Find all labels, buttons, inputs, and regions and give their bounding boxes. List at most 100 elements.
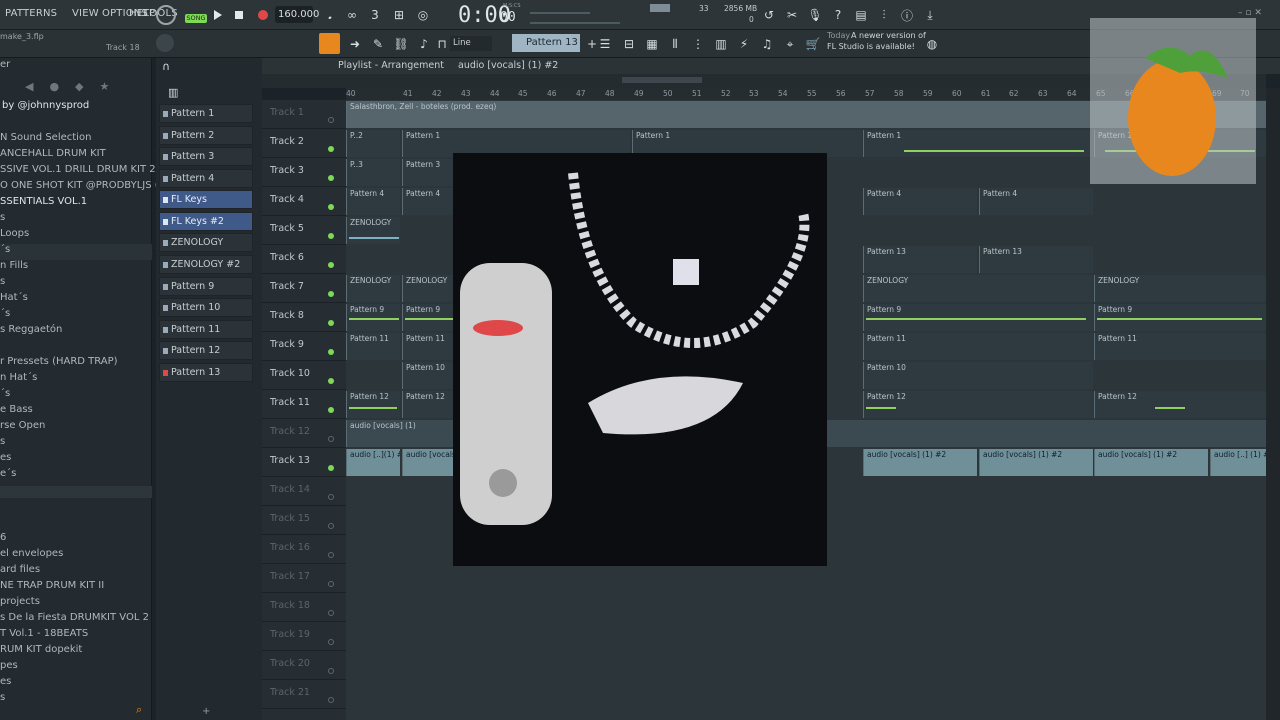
audio-clip[interactable]: audio [vocals] (1) #2 (863, 449, 977, 476)
audio-clip[interactable]: audio [..](1) #2 (346, 449, 400, 476)
info-icon[interactable]: ⓘ (898, 6, 916, 24)
help-icon[interactable]: ? (829, 6, 847, 24)
track-mute-led[interactable] (328, 349, 334, 355)
browser-item[interactable]: ANCEHALL DRUM KIT (0, 148, 106, 159)
pattern-item[interactable]: FL Keys #2 (159, 212, 253, 231)
track-mute-led[interactable] (328, 581, 334, 587)
browser-item[interactable]: s Reggaetón (0, 324, 62, 335)
pattern-clip[interactable]: Pattern 10 (863, 362, 1093, 389)
browser-item[interactable]: n Hat´s (0, 372, 37, 383)
mixer-icon[interactable]: ⫶ (875, 6, 893, 24)
pattern-item[interactable]: Pattern 3 (159, 147, 253, 166)
browser-item[interactable]: N Sound Selection (0, 132, 91, 143)
stop-button[interactable] (230, 6, 248, 24)
pattern-item[interactable]: ZENOLOGY (159, 233, 253, 252)
browser-item[interactable]: n Fills (0, 260, 28, 271)
pattern-clip[interactable]: Pattern 12 (1094, 391, 1266, 418)
track-header[interactable]: Track 7 (262, 274, 346, 303)
touch-keyboard-icon[interactable]: ♫ (758, 35, 776, 53)
track-mute-led[interactable] (328, 262, 334, 268)
snap-icon[interactable]: ⊓ (433, 35, 451, 53)
link-icon[interactable]: ⛓ (392, 35, 410, 53)
track-mute-led[interactable] (328, 639, 334, 645)
browser-item[interactable]: s (0, 276, 5, 287)
menu-patterns[interactable]: PATTERNS (5, 8, 57, 19)
horizontal-scrollbar[interactable] (622, 77, 702, 83)
save-icon[interactable]: ▤ (852, 6, 870, 24)
pattern-clip[interactable]: Pattern 9 (863, 304, 1093, 331)
audio-clip[interactable]: audio [vocals] (1) #2 (1094, 449, 1208, 476)
piano-icon[interactable]: ▥ (168, 86, 178, 99)
undo-icon[interactable]: ↺ (760, 6, 778, 24)
track-header[interactable]: Track 3 (262, 158, 346, 187)
track-header[interactable]: Track 11 (262, 390, 346, 419)
track-mute-led[interactable] (328, 320, 334, 326)
browser-item[interactable]: ´s (0, 308, 10, 319)
track-header[interactable]: Track 2 (262, 129, 346, 158)
plugin-picker-icon[interactable]: ▥ (712, 35, 730, 53)
song-mode-badge[interactable]: SONG (185, 14, 207, 23)
pattern-item[interactable]: Pattern 9 (159, 277, 253, 296)
track-header[interactable]: Track 17 (262, 564, 346, 593)
tag-icon[interactable]: ⌖ (781, 35, 799, 53)
track-mute-led[interactable] (328, 117, 334, 123)
track-header[interactable]: Track 13 (262, 448, 346, 477)
browser-item[interactable]: s (0, 436, 5, 447)
track-mute-led[interactable] (328, 552, 334, 558)
pattern-item[interactable]: FL Keys (159, 190, 253, 209)
track-mute-led[interactable] (328, 494, 334, 500)
audio-clip[interactable]: audio [..] (1) #2 (1210, 449, 1266, 476)
browser-item[interactable]: s (0, 692, 5, 703)
browser-item[interactable]: e´s (0, 468, 16, 479)
update-hint-line1[interactable]: A newer version of (851, 31, 926, 40)
pattern-selector[interactable]: Pattern 13 (512, 34, 580, 52)
vertical-scrollbar[interactable] (1266, 88, 1280, 720)
pattern-clip[interactable]: Pattern 12 (346, 391, 400, 418)
track-mute-led[interactable] (328, 291, 334, 297)
browser-item[interactable]: ´s (0, 244, 10, 255)
audio-clip[interactable]: audio [vocals] (1) #2 (979, 449, 1093, 476)
pattern-clip[interactable]: Pattern 11 (346, 333, 400, 360)
stamp-icon[interactable]: ♪ (415, 35, 433, 53)
browser-item[interactable]: es (0, 676, 11, 687)
pattern-clip[interactable]: Pattern 1 (863, 130, 1093, 157)
track-header[interactable]: Track 19 (262, 622, 346, 651)
pattern-item[interactable]: Pattern 11 (159, 320, 253, 339)
channel-rack-icon[interactable]: ▦ (643, 35, 661, 53)
tempo-display[interactable]: 160.000 (275, 6, 319, 23)
browser-item[interactable]: Loops (0, 228, 29, 239)
countdown-icon[interactable]: 3 (366, 6, 384, 24)
track-header[interactable]: Track 5 (262, 216, 346, 245)
pattern-clip[interactable]: ZENOLOGY (863, 275, 1093, 302)
pattern-clip[interactable]: Pattern 4 (863, 188, 977, 215)
step-edit-icon[interactable]: ⊞ (390, 6, 408, 24)
track-mute-led[interactable] (328, 668, 334, 674)
pattern-clip[interactable]: ZENOLOGY (1094, 275, 1266, 302)
snap-select[interactable]: Line (450, 36, 492, 51)
browser-item[interactable]: Hat´s (0, 292, 28, 303)
globe-icon[interactable]: ◍ (923, 35, 941, 53)
track-mute-led[interactable] (328, 146, 334, 152)
pattern-clip[interactable]: Pattern 9 (346, 304, 400, 331)
track-header[interactable]: Track 9 (262, 332, 346, 361)
cut-icon[interactable]: ✂ (783, 6, 801, 24)
browser-item[interactable]: r Pressets (HARD TRAP) (0, 356, 118, 367)
pattern-clip[interactable]: ZENOLOGY (346, 217, 400, 244)
arrow-right-icon[interactable]: ➜ (346, 35, 364, 53)
pattern-item[interactable]: ZENOLOGY #2 (159, 255, 253, 274)
track-mute-led[interactable] (328, 465, 334, 471)
menu-help[interactable]: HELP (129, 8, 155, 19)
browser-icon[interactable]: ⋮ (689, 35, 707, 53)
master-volume-slider[interactable] (530, 12, 590, 14)
update-hint-line2[interactable]: FL Studio is available! (827, 42, 915, 51)
mic-icon[interactable]: 🎙 (806, 6, 824, 24)
track-mute-led[interactable] (328, 523, 334, 529)
piano-roll-icon[interactable]: ⊟ (620, 35, 638, 53)
add-pattern-button[interactable]: + (202, 706, 210, 717)
wait-input-icon[interactable]: ∞ (343, 6, 361, 24)
track-header[interactable]: Track 12 (262, 419, 346, 448)
browser-item[interactable]: rse Open (0, 420, 45, 431)
browser-item[interactable]: T Vol.1 - 18BEATS (0, 628, 88, 639)
track-header[interactable]: Track 16 (262, 535, 346, 564)
browser-item[interactable]: s De la Fiesta DRUMKIT VOL 2 (0, 612, 149, 623)
